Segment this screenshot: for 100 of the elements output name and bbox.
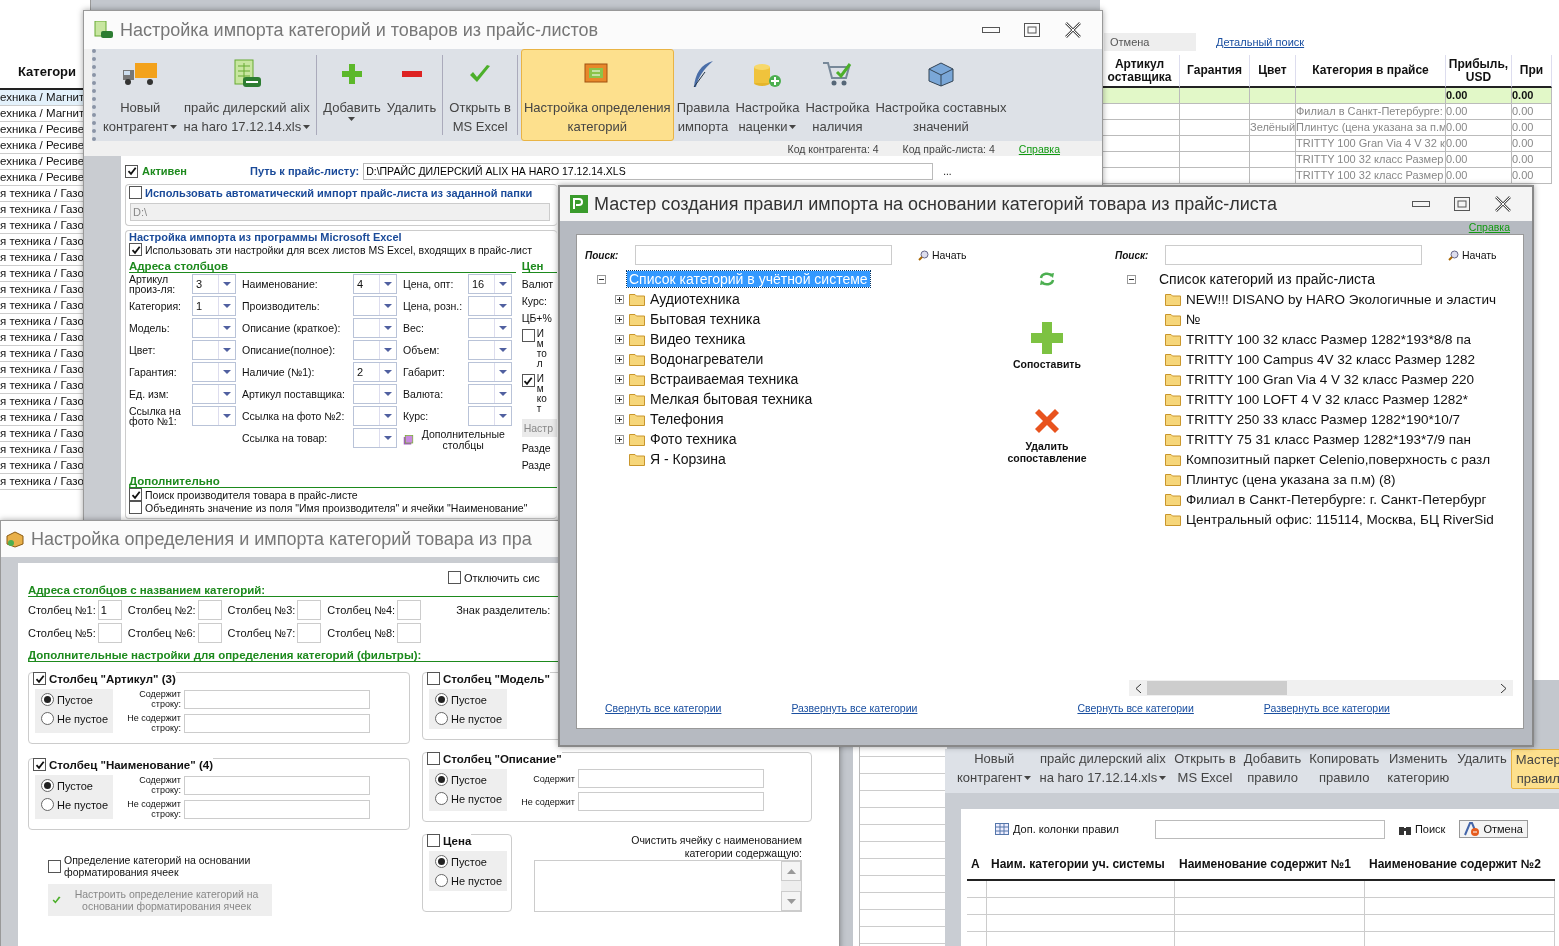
input-field[interactable]: 1: [97, 600, 122, 620]
tree-item[interactable]: TRITTY 100 Campus 4V 32 класс Размер 1282: [1186, 351, 1475, 367]
tree-item[interactable]: Встраиваемая техника: [650, 371, 799, 387]
table-cell: 0.00: [1446, 104, 1512, 120]
field-label: Содержит: [532, 773, 575, 784]
table-cell: 0.00: [1446, 168, 1512, 184]
field-label: Ссылка на фото №1:: [129, 406, 182, 426]
radio-label: Не пустое: [451, 874, 503, 887]
tree-item[interactable]: Фото техника: [650, 431, 737, 447]
group-title: Столбец "Модель": [443, 672, 550, 685]
expand-all-link[interactable]: Развернуть все категории: [791, 702, 918, 714]
tree-item[interactable]: Композитный паркет Celenio,поверхность с разл: [1186, 451, 1490, 467]
unmatch-button[interactable]: Удалить сопоставление: [987, 405, 1107, 465]
column-header: Наименование содержит №1: [1175, 849, 1365, 881]
field-label: Знак разделитель:: [456, 604, 551, 618]
tree-item[interactable]: Телефония: [650, 411, 724, 427]
path-field[interactable]: D:\ПРАЙС ДИЛЕРСКИЙ ALIX НА HARO 17.12.14.XLS: [363, 162, 934, 180]
extra-columns-button[interactable]: Дополнительные столбцы: [403, 427, 511, 453]
table-cell: 0.00: [1512, 152, 1552, 168]
group-title: Цена: [443, 834, 472, 847]
radio-label: Не пустое: [57, 798, 109, 811]
tree-item[interactable]: №: [1186, 311, 1201, 327]
checkbox-label: Им кот: [536, 374, 548, 414]
start-button[interactable]: Начать: [912, 248, 973, 262]
dropdown-field[interactable]: 1: [192, 296, 236, 316]
dropdown-field[interactable]: 3: [192, 274, 236, 294]
table-cell: 0.00: [1446, 88, 1512, 104]
tree-item[interactable]: Аудиотехника: [650, 291, 740, 307]
toolbar-button[interactable]: Добавить: [320, 49, 384, 141]
tree-item[interactable]: Бытовая техника: [650, 311, 761, 327]
toolbar-button[interactable]: Настройка составных значений: [872, 49, 1010, 141]
section-heading: Адреса столбцов: [129, 260, 516, 273]
tree-item[interactable]: Центральный офис: 115114, Москва, БЦ RiverSid: [1186, 511, 1494, 527]
tree-item[interactable]: Плинтус (цена указана за п.м) (8): [1186, 471, 1396, 487]
tree-item[interactable]: TRITTY 100 32 класс Размер 1282*193*8/8 па: [1186, 331, 1472, 347]
checkbox-label: Использовать эти настройки для всех листов MS Excel, входящих в прайс-лист: [145, 243, 532, 256]
field-label: Курс:: [403, 411, 430, 421]
field-label: Курс:: [521, 295, 548, 307]
table-cell: 0.00: [1512, 168, 1552, 184]
radio-label: Не пустое: [451, 712, 503, 725]
field-label: Не содержит строку:: [126, 799, 181, 819]
collapse-all-link[interactable]: Свернуть все категории: [1077, 702, 1194, 714]
dropdown-field[interactable]: 16: [468, 274, 512, 294]
checkbox-label: Отключить сис: [464, 571, 540, 584]
table-cell: 0.00: [1446, 136, 1512, 152]
toolbar-button[interactable]: Открыть в MS Excel: [446, 49, 514, 141]
radio-label: Пустое: [57, 693, 93, 706]
start-button[interactable]: Начать: [1442, 248, 1503, 262]
tree-item[interactable]: TRITTY 75 31 класс Размер 1282*193*7/9 пан: [1186, 431, 1471, 447]
toolbar-button[interactable]: Настройка наценки: [732, 49, 803, 141]
tree-item[interactable]: Мелкая бытовая техника: [650, 391, 813, 407]
toolbar-button[interactable]: прайс дилерский alix на haro 17.12.14.xls: [180, 49, 314, 141]
cancel-button[interactable]: Отмена: [1104, 33, 1196, 51]
match-button[interactable]: Сопоставить: [1007, 321, 1087, 371]
toolbar-button[interactable]: Изменить категорию: [1383, 749, 1454, 787]
tree-item[interactable]: Список категорий из прайс-листа: [1157, 271, 1378, 287]
toolbar-button[interactable]: Настройка наличия: [802, 49, 873, 141]
toolbar-button[interactable]: Правила импорта: [673, 49, 733, 141]
field-label: Ссылка на фото №2:: [242, 411, 346, 421]
toolbar-button[interactable]: Добавить правило: [1239, 749, 1306, 787]
toolbar-button[interactable]: Копировать правило: [1305, 749, 1384, 787]
field-label: Артикул произ-ля:: [129, 274, 177, 294]
field-label: Столбец №5:: [28, 627, 96, 639]
field-label: Наименование:: [242, 279, 319, 289]
tree-item[interactable]: NEW!!! DISANO by HARO Экологичные и эластич: [1186, 291, 1496, 307]
toolbar-button[interactable]: Настройка определения категорий: [520, 49, 674, 141]
toolbar-button[interactable]: Открыть в MS Excel: [1170, 749, 1240, 787]
field-label: Путь к прайс-листу:: [250, 165, 360, 177]
cancel-button[interactable]: Отмена: [1459, 820, 1528, 838]
tree-item[interactable]: Филиал в Санкт-Петербурге: г. Санкт-Петербург: [1186, 491, 1487, 507]
columns-button[interactable]: Доп. колонки правил: [989, 822, 1125, 836]
field-label: Объем:: [403, 345, 441, 355]
field-label: Цвет:: [129, 345, 157, 355]
toolbar-button[interactable]: Удалить: [383, 49, 440, 141]
search-label: Поиск:: [585, 249, 620, 261]
search-button[interactable]: Поиск: [1392, 822, 1452, 836]
table-cell: Плинтус (цена указана за п.м: [1296, 120, 1446, 136]
tree-item[interactable]: TRITTY 250 33 класс Размер 1282*190*10/7: [1186, 411, 1460, 427]
field-label: Столбец №4:: [327, 604, 396, 616]
tree-item[interactable]: Видео техника: [650, 331, 746, 347]
dropdown-field[interactable]: 4: [353, 274, 397, 294]
field-label: Модель:: [129, 323, 171, 333]
expand-all-link[interactable]: Развернуть все категории: [1263, 702, 1390, 714]
tree-item[interactable]: Я - Корзина: [650, 451, 726, 467]
detailed-search-link[interactable]: Детальный поиск: [1216, 36, 1305, 48]
group-title: Столбец "Артикул" (3): [49, 672, 176, 685]
tree-item[interactable]: Водонагреватели: [650, 351, 764, 367]
group-title: Столбец "Описание": [443, 752, 562, 765]
toolbar-button[interactable]: Новый контрагент: [953, 749, 1036, 787]
dropdown-field[interactable]: 2: [353, 362, 397, 382]
toolbar-button[interactable]: Удалить: [1453, 749, 1511, 768]
collapse-all-link[interactable]: Свернуть все категории: [605, 702, 722, 714]
tree-item[interactable]: TRITTY 100 LOFT 4 V 32 класс Размер 1282*: [1186, 391, 1468, 407]
tree-item[interactable]: TRITTY 100 Gran Via 4 V 32 класс Размер 220: [1186, 371, 1474, 387]
column-header: А: [967, 849, 987, 881]
toolbar-button[interactable]: Новый контрагент: [100, 49, 181, 141]
toolbar-button[interactable]: прайс дилерский alix на haro 17.12.14.xls: [1035, 749, 1171, 787]
browse-button[interactable]: ...: [937, 164, 958, 178]
window-title: Настройка определения и импорта категорий товара из пра: [31, 528, 532, 550]
search-label: Поиск:: [1115, 249, 1150, 261]
